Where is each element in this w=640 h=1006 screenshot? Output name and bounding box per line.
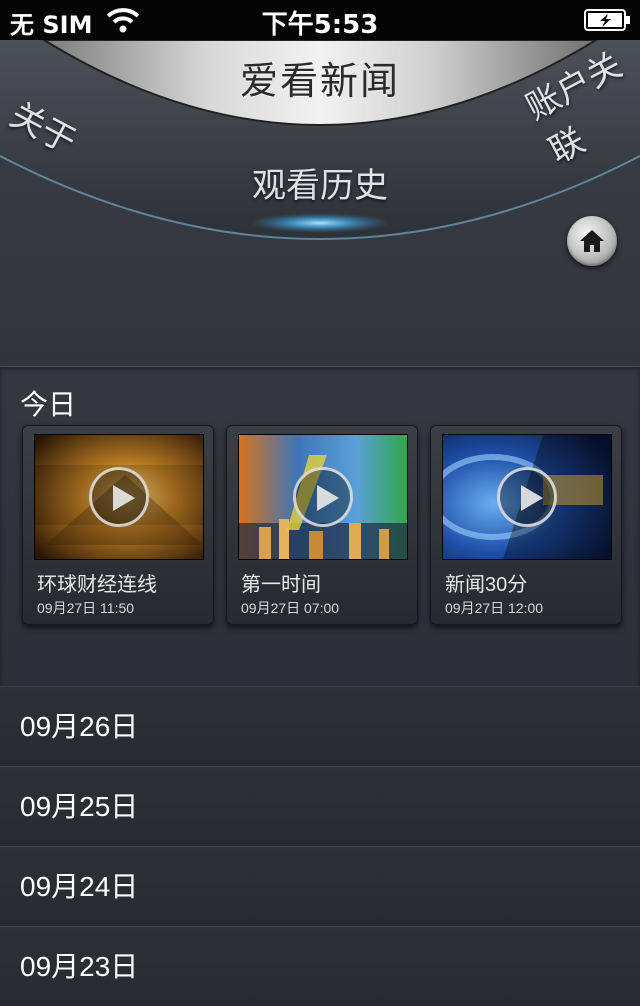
history-date-label: 09月26日: [20, 711, 139, 742]
video-card[interactable]: 环球财经连线 09月27日 11:50: [22, 425, 214, 625]
play-icon[interactable]: [497, 467, 557, 527]
today-section: 今日 环球财经连线 09月27日 11:50 第一时间 09月27日 07:00…: [0, 366, 640, 687]
video-card[interactable]: 新闻30分 09月27日 12:00: [430, 425, 622, 625]
video-time: 09月27日 07:00: [241, 600, 340, 616]
history-date-label: 09月24日: [20, 871, 139, 902]
video-time: 09月27日 12:00: [445, 600, 544, 616]
history-date-row[interactable]: 09月23日: [0, 926, 640, 1006]
video-title: 环球财经连线: [37, 574, 157, 596]
history-date-label: 09月23日: [20, 951, 139, 982]
play-icon[interactable]: [293, 467, 353, 527]
history-date-row[interactable]: 09月24日: [0, 846, 640, 926]
history-date-row[interactable]: 09月25日: [0, 766, 640, 846]
menu-history[interactable]: 观看历史: [0, 158, 640, 207]
video-time: 09月27日 11:50: [37, 600, 135, 616]
status-time: 下午5:53: [261, 10, 379, 40]
video-card[interactable]: 第一时间 09月27日 07:00: [226, 425, 418, 625]
video-title: 第一时间: [241, 574, 321, 596]
video-title: 新闻30分: [445, 574, 528, 596]
home-icon: [580, 230, 604, 252]
video-thumbnail: [34, 434, 204, 560]
video-thumbnail: [238, 434, 408, 560]
history-date-row[interactable]: 09月26日: [0, 686, 640, 766]
video-thumbnail: [442, 434, 612, 560]
home-button[interactable]: [567, 216, 617, 266]
battery-icon: [584, 9, 630, 31]
top-menu-area: 爱看新闻 关于 账户关联 观看历史: [0, 40, 640, 366]
status-bar: 无 SIM 下午5:53: [0, 0, 640, 40]
history-date-label: 09月25日: [20, 791, 139, 822]
today-label: 今日: [20, 389, 77, 420]
play-icon[interactable]: [89, 467, 149, 527]
